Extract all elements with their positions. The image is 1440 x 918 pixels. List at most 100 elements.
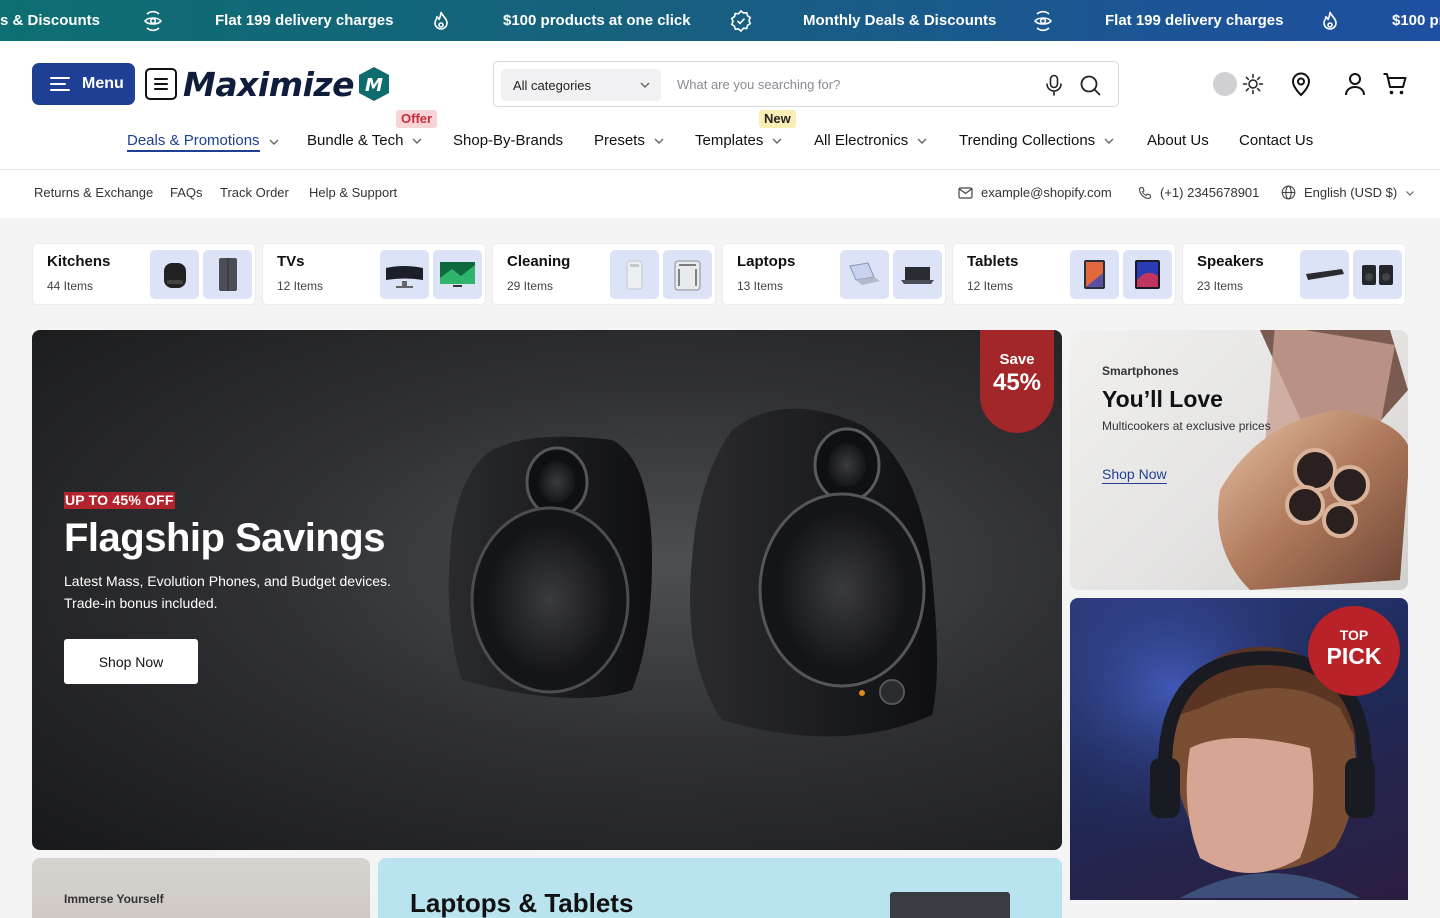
nav-item-label: All Electronics [814, 132, 909, 149]
chevron-down-icon [269, 139, 279, 145]
sun-icon [1242, 73, 1264, 95]
chevron-down-icon [772, 138, 782, 144]
smartphones-promo[interactable]: Smartphones You’ll Love Multicookers at … [1070, 330, 1408, 590]
logo-mark-icon: M [359, 67, 389, 101]
nav-item-deals-promotions[interactable]: Deals & Promotions [127, 132, 280, 152]
nav-item-contact-us[interactable]: Contact Us [1239, 132, 1313, 149]
nav-item-bundle-tech[interactable]: Bundle & Tech [307, 132, 423, 149]
gaming-promo[interactable]: TOP PICK [1070, 598, 1408, 900]
speakers-image [448, 408, 937, 737]
logo-text: Maximize [183, 64, 355, 104]
category-card-tvs[interactable]: TVs 12 Items [262, 243, 486, 305]
tablet-blue-thumbnail [1123, 250, 1172, 299]
hero-kicker: UP TO 45% OFF [64, 492, 175, 509]
ticker-item: $100 products at one click [503, 12, 691, 29]
category-count: 23 Items [1197, 279, 1244, 293]
promo-kicker: Smartphones [1102, 364, 1179, 378]
promo-description: Multicookers at exclusive prices [1102, 419, 1271, 433]
flame-icon [1323, 11, 1337, 30]
nav-item-all-electronics[interactable]: All Electronics [814, 132, 928, 149]
promo-title: You’ll Love [1102, 386, 1223, 412]
announcement-ticker: s & Discounts Flat 199 delivery charges … [0, 0, 1440, 41]
search-icon[interactable] [1079, 74, 1101, 96]
fridge-thumbnail [203, 250, 252, 299]
site-logo[interactable]: Maximize M [145, 61, 392, 107]
chevron-down-icon [640, 82, 650, 88]
category-count: 13 Items [737, 279, 784, 293]
offer-tag: Offer [396, 110, 438, 128]
category-name: Cleaning [507, 253, 571, 270]
ticker-item: Monthly Deals & Discounts [803, 12, 997, 29]
ticker-item: s & Discounts [0, 12, 101, 29]
category-name: Kitchens [47, 253, 111, 270]
hero-title: Flagship Savings [64, 516, 385, 560]
chevron-down-icon [1406, 190, 1415, 196]
category-count: 44 Items [47, 279, 94, 293]
category-name: Laptops [737, 253, 796, 270]
logo-menu-icon [145, 68, 177, 100]
track-order-link[interactable]: Track Order [220, 185, 289, 200]
speaker-pair-thumbnail [1353, 250, 1402, 299]
save-badge-label: Save [999, 351, 1035, 368]
nav-item-label: Trending Collections [959, 132, 1096, 149]
tv-thumbnail [433, 250, 482, 299]
eye-rotate-icon [143, 10, 163, 32]
search-input[interactable] [677, 62, 997, 106]
category-card-tablets[interactable]: Tablets 12 Items [952, 243, 1176, 305]
language-selector[interactable]: English (USD $) [1281, 185, 1415, 200]
nav-item-about-us[interactable]: About Us [1147, 132, 1209, 149]
laptop-thumbnail [840, 250, 889, 299]
save-badge: Save 45% [980, 330, 1054, 433]
cart-icon[interactable] [1382, 71, 1408, 97]
category-card-kitchens[interactable]: Kitchens 44 Items [32, 243, 256, 305]
category-card-cleaning[interactable]: Cleaning 29 Items [492, 243, 716, 305]
category-card-laptops[interactable]: Laptops 13 Items [722, 243, 946, 305]
nav-item-presets[interactable]: Presets [594, 132, 665, 149]
new-tag: New [759, 110, 796, 128]
nav-item-label: About Us [1147, 132, 1209, 149]
hero-banner: UP TO 45% OFF Flagship Savings Latest Ma… [32, 330, 1062, 850]
ticker-item: Flat 199 delivery charges [1105, 12, 1284, 29]
nav-item-label: Shop-By-Brands [453, 132, 564, 149]
promo-title: Laptops & Tablets [410, 888, 634, 918]
language-text: English (USD $) [1304, 185, 1398, 200]
eye-rotate-icon [1033, 10, 1053, 32]
email-contact[interactable]: example@shopify.com [958, 185, 1112, 200]
category-name: Tablets [967, 253, 1019, 270]
location-pin-icon[interactable] [1289, 71, 1313, 97]
hero-shop-now-button[interactable]: Shop Now [64, 639, 198, 684]
category-select-value: All categories [513, 77, 592, 93]
theme-toggle[interactable] [1211, 70, 1267, 98]
laptops-tablets-promo[interactable]: Laptops & Tablets [378, 858, 1062, 918]
promo-kicker: Immerse Yourself [64, 892, 164, 906]
nav-item-shop-by-brands[interactable]: Shop-By-Brands [453, 132, 563, 149]
faqs-link[interactable]: FAQs [170, 185, 203, 200]
nav-item-templates[interactable]: Templates [695, 132, 783, 149]
smartphone-image [1218, 330, 1408, 590]
monitor-thumbnail [380, 250, 429, 299]
ticker-item: Flat 199 delivery charges [215, 12, 394, 29]
nav-item-label: Bundle & Tech [307, 132, 404, 149]
laptop-dark-thumbnail [893, 250, 942, 299]
promo-shop-now-link[interactable]: Shop Now [1102, 466, 1167, 484]
returns-link[interactable]: Returns & Exchange [34, 185, 153, 200]
category-count: 12 Items [967, 279, 1014, 293]
category-name: Speakers [1197, 253, 1264, 270]
air-purifier-thumbnail [610, 250, 659, 299]
tablet-thumbnail [1070, 250, 1119, 299]
nav-item-trending-collections[interactable]: Trending Collections [959, 132, 1115, 149]
top-pick-badge: TOP PICK [1308, 606, 1400, 696]
immerse-promo[interactable]: Immerse Yourself [32, 858, 370, 918]
help-support-link[interactable]: Help & Support [309, 185, 397, 200]
utility-bar: Returns & Exchange FAQs Track Order Help… [0, 170, 1440, 218]
laptop-image [890, 892, 1010, 918]
category-card-speakers[interactable]: Speakers 23 Items [1182, 243, 1406, 305]
category-select[interactable]: All categories [501, 69, 661, 101]
ticker-item: $100 pro [1392, 12, 1440, 29]
email-text: example@shopify.com [981, 185, 1112, 200]
phone-contact[interactable]: (+1) 2345678901 [1138, 185, 1259, 200]
microphone-icon[interactable] [1044, 74, 1064, 96]
menu-button[interactable]: Menu [32, 63, 135, 105]
account-icon[interactable] [1343, 71, 1367, 97]
main-navigation: Deals & Promotions Bundle & Tech Shop-By… [0, 132, 1440, 160]
